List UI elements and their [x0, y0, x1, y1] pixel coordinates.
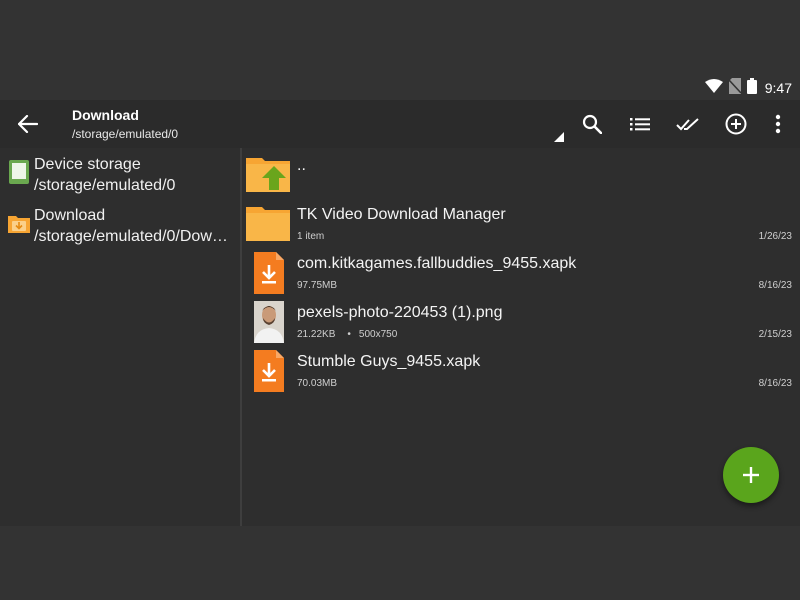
- file-meta: 70.03MB: [297, 378, 338, 389]
- overflow-menu-button[interactable]: [764, 110, 792, 138]
- file-list: .. TK Video Download Manager 1 item 1/26…: [242, 148, 800, 526]
- toolbar: Download /storage/emulated/0: [0, 100, 800, 148]
- file-name: TK Video Download Manager: [297, 206, 506, 223]
- status-time: 9:47: [764, 80, 792, 96]
- sidebar-item-label: Download: [34, 207, 106, 224]
- select-all-button[interactable]: [674, 110, 702, 138]
- list-item-file[interactable]: com.kitkagames.fallbuddies_9455.xapk 97.…: [242, 248, 800, 296]
- file-name: Stumble Guys_9455.xapk: [297, 353, 481, 370]
- wifi-icon: [704, 78, 723, 98]
- list-view-icon: [630, 118, 650, 131]
- file-name: com.kitkagames.fallbuddies_9455.xapk: [297, 255, 577, 272]
- search-button[interactable]: [578, 110, 606, 138]
- file-name: pexels-photo-220453 (1).png: [297, 304, 503, 321]
- no-sim-icon: [728, 77, 742, 99]
- sidebar-item-device-storage[interactable]: Device storage /storage/emulated/0: [0, 150, 240, 198]
- list-view-button[interactable]: [626, 110, 654, 138]
- xapk-file-icon: [254, 252, 284, 294]
- folder-icon: [246, 207, 290, 241]
- add-circle-icon: [725, 113, 747, 135]
- file-name: ..: [297, 157, 306, 174]
- path-dropdown-indicator-icon[interactable]: [554, 132, 564, 142]
- image-dimensions: 500x750: [358, 329, 398, 340]
- sidebar-item-label: Device storage: [34, 156, 141, 173]
- device-storage-icon: [9, 160, 29, 184]
- path-title-block[interactable]: Download /storage/emulated/0: [72, 106, 552, 142]
- add-button[interactable]: [722, 110, 750, 138]
- file-date: 1/26/23: [758, 231, 792, 242]
- status-bar: 9:47: [0, 0, 800, 100]
- file-meta: 1 item: [297, 231, 325, 242]
- select-all-icon: [676, 118, 699, 131]
- overflow-menu-icon: [775, 114, 781, 134]
- bottom-area: [0, 526, 800, 600]
- page-subtitle: /storage/emulated/0: [72, 127, 179, 141]
- sidebar-item-path: /storage/emulated/0: [34, 177, 176, 194]
- back-button[interactable]: [14, 110, 42, 138]
- battery-icon: [746, 77, 757, 99]
- add-fab-button[interactable]: [723, 447, 779, 503]
- sidebar-item-download[interactable]: Download /storage/emulated/0/Dow…: [0, 201, 240, 249]
- meta-separator: •: [347, 329, 351, 340]
- file-size: 21.22KB: [297, 329, 336, 340]
- file-meta: 21.22KB • 500x750: [297, 329, 397, 340]
- status-icons: 9:47: [704, 77, 792, 99]
- file-meta: 97.75MB: [297, 280, 338, 291]
- file-date: 8/16/23: [758, 280, 792, 291]
- list-item-file[interactable]: Stumble Guys_9455.xapk 70.03MB 8/16/23: [242, 346, 800, 394]
- sidebar-item-path: /storage/emulated/0/Dow…: [34, 228, 228, 245]
- list-item-folder[interactable]: TK Video Download Manager 1 item 1/26/23: [242, 199, 800, 247]
- list-item-file[interactable]: pexels-photo-220453 (1).png 21.22KB • 500x…: [242, 297, 800, 345]
- search-icon: [582, 114, 602, 134]
- xapk-file-icon: [254, 350, 284, 392]
- page-title: Download: [72, 107, 139, 123]
- file-date: 2/15/23: [758, 329, 792, 340]
- back-arrow-icon: [18, 115, 38, 133]
- list-item-parent-folder[interactable]: ..: [242, 150, 800, 198]
- image-thumbnail: [254, 301, 284, 343]
- file-date: 8/16/23: [758, 378, 792, 389]
- parent-folder-icon: [246, 158, 290, 192]
- download-folder-icon: [8, 216, 30, 233]
- plus-icon: [743, 467, 759, 483]
- sidebar: Device storage /storage/emulated/0 Downl…: [0, 148, 240, 526]
